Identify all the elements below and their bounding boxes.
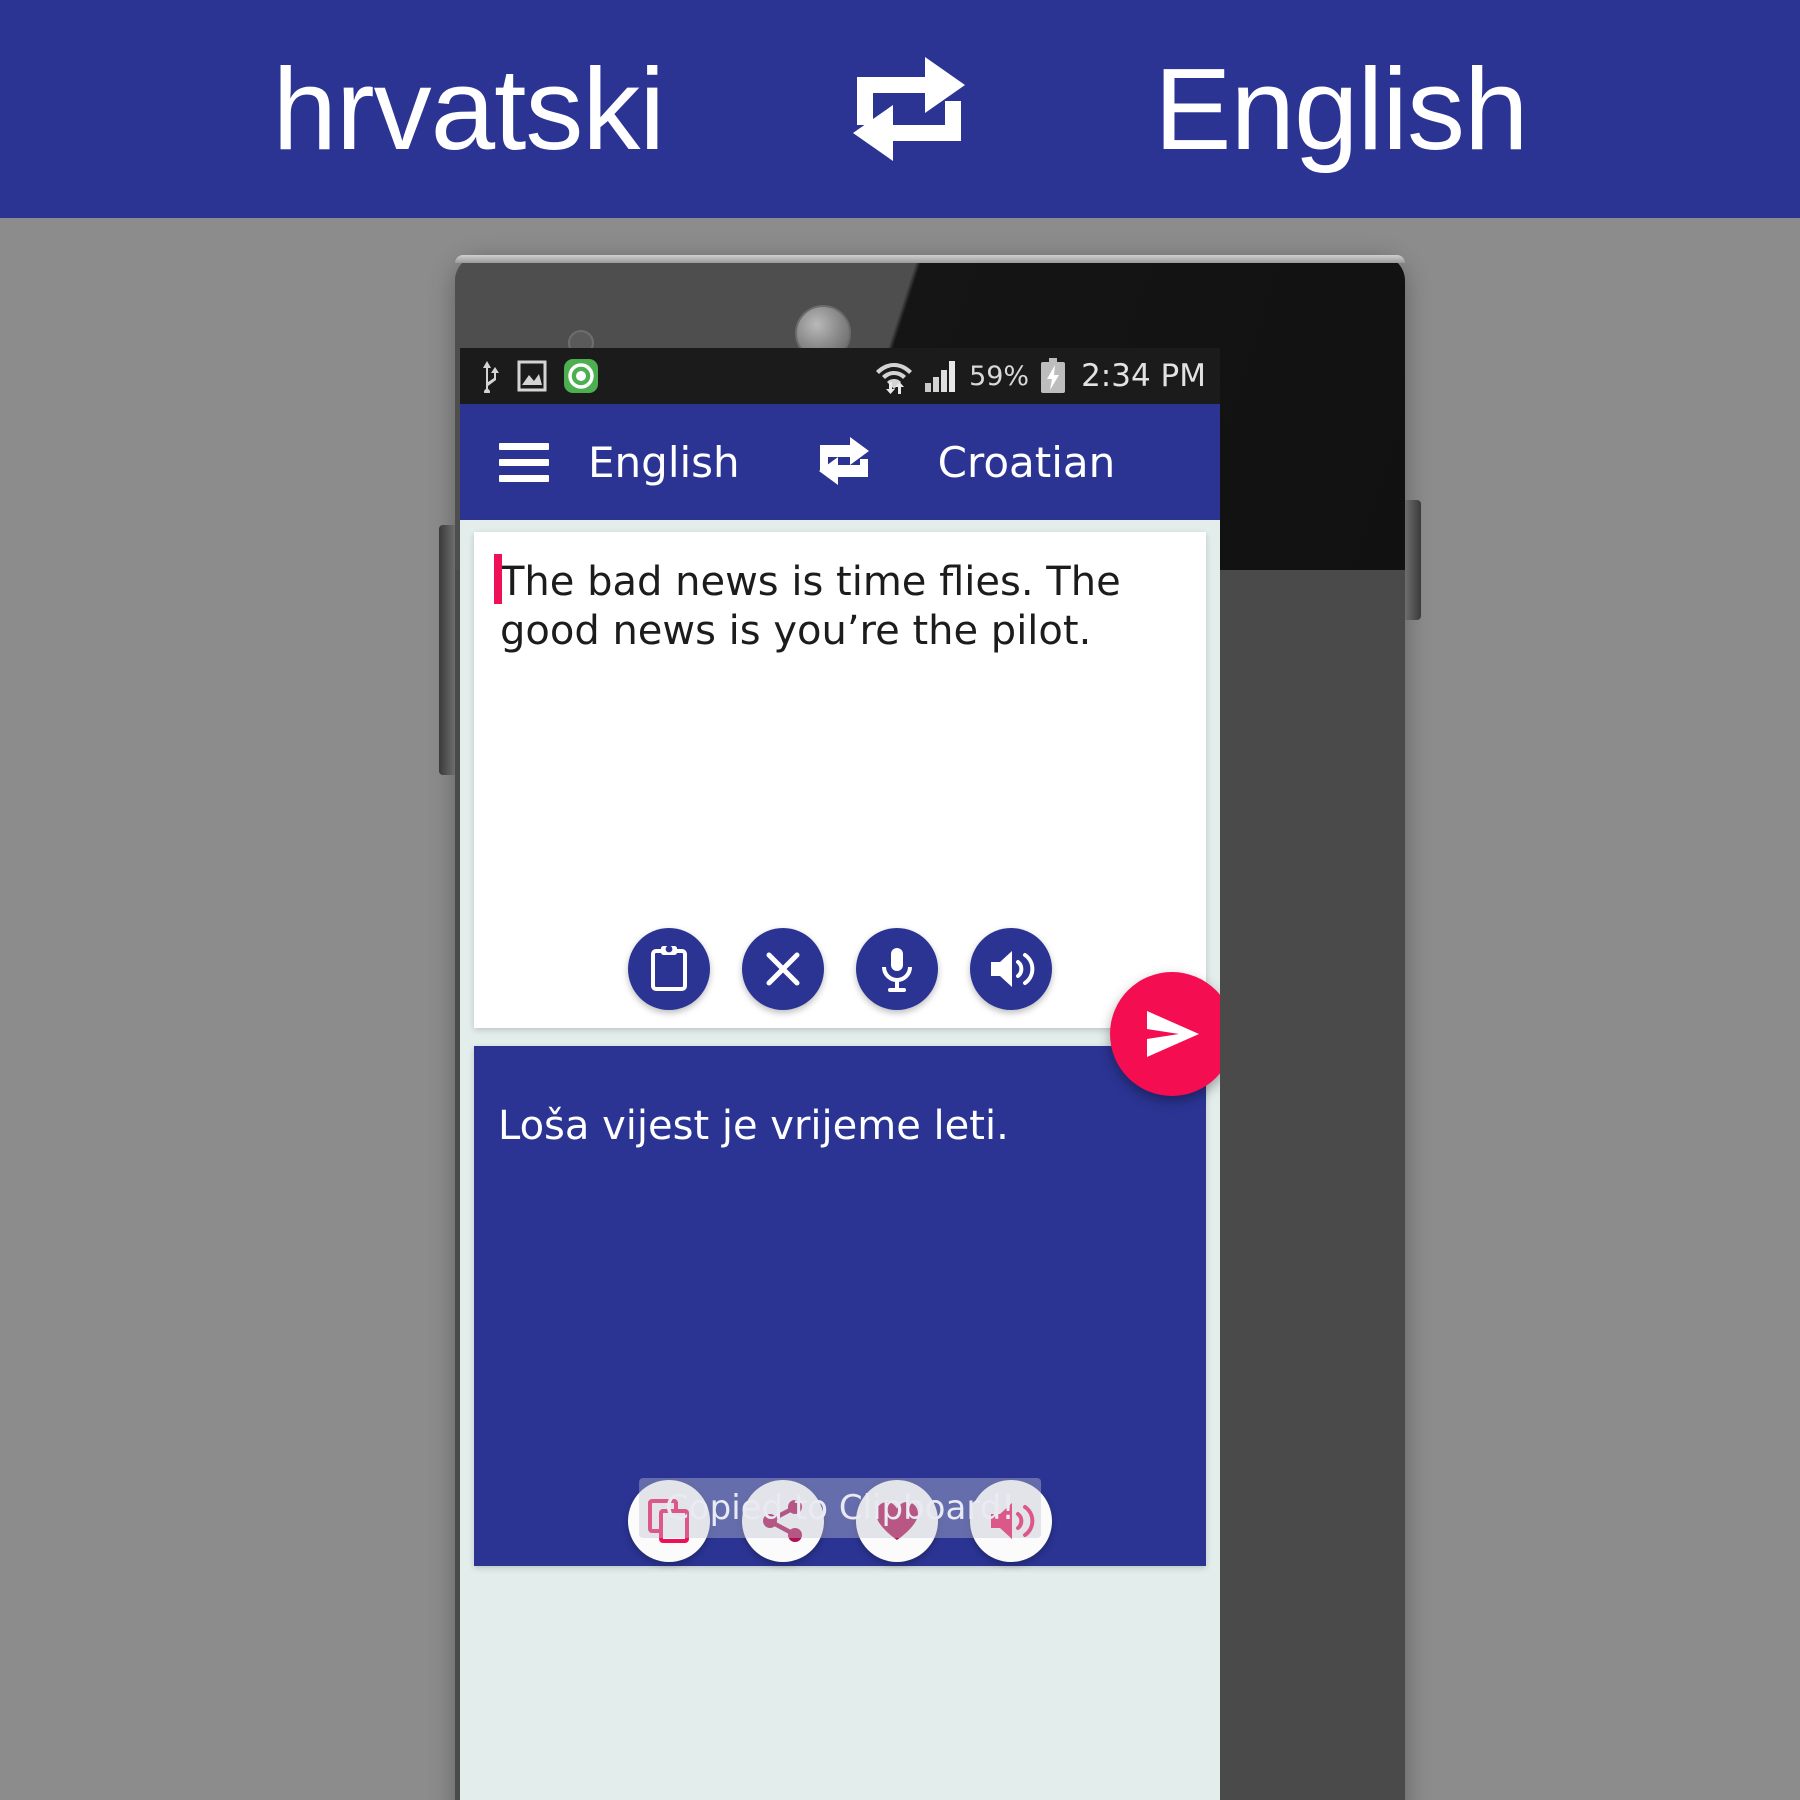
clipboard-icon [651, 945, 687, 991]
swap-repeat-icon[interactable] [816, 435, 872, 489]
source-text-value: The bad news is time flies. The good new… [500, 559, 1121, 654]
volume-button[interactable] [1405, 500, 1421, 620]
menu-line [499, 442, 549, 450]
swap-repeat-icon[interactable] [844, 49, 974, 169]
battery-percent-label: 59% [969, 360, 1030, 392]
promo-banner: hrvatski English [0, 0, 1800, 218]
recording-dot-icon [564, 359, 598, 393]
translation-output-card: Loša vijest je vrijeme leti. Copied to C… [474, 1046, 1206, 1566]
source-text-input[interactable]: The bad news is time flies. The good new… [474, 532, 1206, 656]
phone-top-edge [455, 255, 1405, 263]
toolbar-target-language[interactable]: Croatian [938, 438, 1116, 487]
speak-source-button[interactable] [970, 928, 1052, 1010]
status-bar: 59% 2:34 PM [460, 348, 1220, 404]
source-action-bar [474, 928, 1206, 1010]
clear-button[interactable] [742, 928, 824, 1010]
menu-line [499, 474, 549, 482]
menu-line [499, 458, 549, 466]
screenshot-image-icon [517, 360, 547, 392]
clock-label: 2:34 PM [1081, 358, 1206, 394]
hamburger-menu-icon[interactable] [478, 442, 570, 482]
status-bar-right-icons: 59% 2:34 PM [875, 358, 1206, 394]
app-content: The bad news is time flies. The good new… [460, 520, 1220, 1800]
app-toolbar: English Croatian [460, 404, 1220, 520]
phone-screen: 59% 2:34 PM English Croatian The bad new… [460, 348, 1220, 1800]
source-text-card: The bad news is time flies. The good new… [474, 532, 1206, 1028]
paste-button[interactable] [628, 928, 710, 1010]
voice-input-button[interactable] [856, 928, 938, 1010]
cellular-signal-icon [925, 361, 956, 392]
translation-output-text: Loša vijest je vrijeme leti. [498, 1103, 1009, 1149]
close-x-icon [766, 952, 800, 986]
send-paper-plane-icon [1147, 1011, 1199, 1057]
wifi-icon [876, 363, 913, 394]
banner-source-language: hrvatski [272, 44, 665, 174]
toast-message: Copied to Clipboard! [665, 1488, 1015, 1528]
speaker-volume-icon [991, 951, 1035, 987]
phone-device-mockup: 59% 2:34 PM English Croatian The bad new… [439, 255, 1421, 1800]
usb-icon [483, 361, 499, 393]
power-button[interactable] [439, 525, 455, 775]
toolbar-source-language[interactable]: English [588, 438, 740, 487]
status-bar-left-icons [474, 359, 598, 393]
text-caret [494, 554, 502, 604]
toast-notification: Copied to Clipboard! [639, 1478, 1041, 1538]
battery-charging-icon [1041, 358, 1066, 393]
banner-target-language: English [1154, 44, 1528, 174]
microphone-icon [882, 948, 912, 992]
